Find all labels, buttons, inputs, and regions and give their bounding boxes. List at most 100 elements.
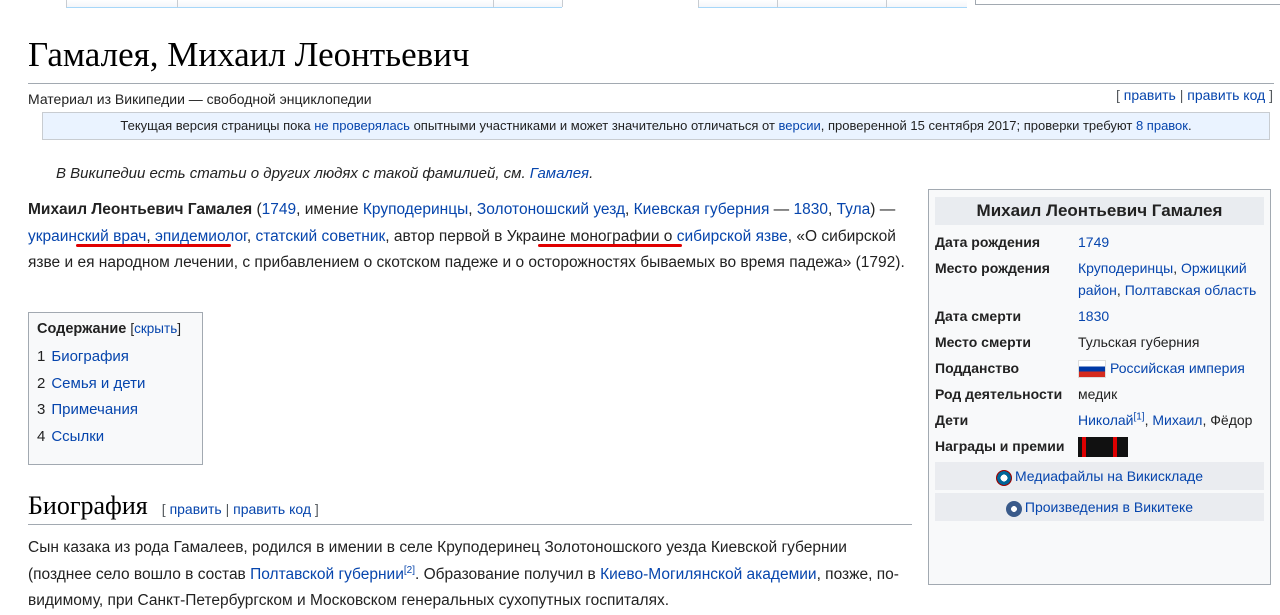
infobox-label: Дата смерти [935,308,1022,324]
infobox-row-death-date: Дата смерти 1830 [935,303,1264,329]
gubernia-link[interactable]: Киевская губерния [634,201,770,218]
tula-link[interactable]: Тула [837,201,871,218]
notice-text: Текущая версия страницы пока [120,118,315,133]
reference-link[interactable]: [2] [404,564,415,575]
infobox-label: Подданство [935,360,1020,376]
occupation-value: медик [1078,386,1118,402]
tab-more[interactable] [886,0,967,8]
poltava-gubernia-link[interactable]: Полтавской губернии [250,566,404,583]
section-edit-source-link[interactable]: править код [233,501,311,517]
infobox-title: Михаил Леонтьевич Гамалея [935,197,1264,225]
tab-active[interactable] [562,0,698,7]
toc-link-family[interactable]: Семья и дети [51,375,145,392]
epidemiologist-link[interactable]: эпидемиолог [155,228,247,245]
village-link[interactable]: Круподеринцы [363,201,468,218]
tab-history[interactable] [777,0,886,8]
commons-link[interactable]: Медиафайлы на Викискладе [1015,468,1203,484]
toc-link-biography[interactable]: Биография [51,348,129,365]
russia-flag-icon[interactable] [1078,360,1106,379]
tab-discussion[interactable] [177,0,493,8]
section-edit-links: [ править | править код ] [161,501,319,517]
separator: , [1116,282,1125,298]
infobox-label: Место рождения [935,260,1050,276]
toc-item[interactable]: 1 Биография [37,344,194,371]
toc-hide-link[interactable]: скрыть [134,321,177,336]
infobox: Михаил Леонтьевич Гамалея Дата рождения 1… [928,189,1271,585]
not-reviewed-link[interactable]: не проверялась [314,118,410,133]
toc-link-links[interactable]: Ссылки [51,428,104,445]
disambiguation-link[interactable]: Гамалея [530,165,589,182]
infobox-label: Род деятельности [935,386,1063,402]
red-underline-annotation [538,244,682,247]
anthrax-link[interactable]: сибирской язве [677,228,788,245]
lead-text: , [468,201,477,218]
infobox-label: Дети [935,412,969,428]
hatnote-text: В Википедии есть статьи о других людях с… [56,165,530,182]
infobox-row-occupation: Род деятельности медик [935,381,1264,407]
lead-text: монографии о [565,227,677,245]
doctor-link[interactable]: врач [113,228,146,245]
page-edit-links: [ править | править код ] [1115,87,1273,103]
lead-text: ( [252,201,262,218]
death-date-link[interactable]: 1830 [1078,308,1109,324]
reference-link[interactable]: [1] [1133,411,1144,422]
pending-edits-link[interactable]: 8 правок [1136,118,1188,133]
infobox-row-awards: Награды и премии [935,433,1264,459]
section-edit-link[interactable]: править [170,501,222,517]
top-tab-bar [0,0,1280,8]
lead-text: — [769,201,794,218]
biography-paragraph: Сын казака из рода Гамалеев, родился в и… [28,535,908,615]
lead-paragraph: Михаил Леонтьевич Гамалея (1749, имение … [28,197,908,277]
table-of-contents: Содержание [скрыть] 1 Биография 2 Семья и … [28,312,203,465]
poltava-oblast-link[interactable]: Полтавская область [1125,282,1257,298]
child-mikhail-link[interactable]: Михаил [1152,412,1202,428]
toc-item[interactable]: 3 Примечания [37,397,194,424]
commons-link-row[interactable]: Медиафайлы на Викискладе [935,462,1264,491]
infobox-label: Место смерти [935,334,1031,350]
lead-text: , автор [385,227,439,245]
version-link[interactable]: версии [779,118,821,133]
uezd-link[interactable]: Золотоношский уезд [477,201,625,218]
tab-edit[interactable] [698,0,777,8]
toc-item[interactable]: 2 Семья и дети [37,371,194,398]
tab-read[interactable] [493,0,562,8]
ukrainian-link[interactable]: украинский [28,228,109,245]
lead-text: , [146,227,155,245]
notice-text: , проверенной 15 сентября 2017; проверки… [820,118,1136,133]
first-in-ukraine-text: первой в Украине [438,227,566,245]
child-fedor: Фёдор [1210,412,1253,428]
lead-text: , [827,201,837,218]
toc-number: 2 [37,374,46,392]
wikisource-link-row[interactable]: Произведения в Викитеке [935,493,1264,522]
child-nikolai-link[interactable]: Николай [1078,412,1133,428]
notice-text: опытными участниками и может значительно… [409,118,779,133]
death-year-link[interactable]: 1830 [793,201,827,218]
section-title: Биография [28,491,148,520]
lead-text: , [625,201,634,218]
wikisource-link[interactable]: Произведения в Викитеке [1025,499,1193,515]
infobox-row-birth-place: Место рождения Круподеринцы, Оржицкий рай… [935,255,1264,303]
separator: , [1173,260,1181,276]
infobox-row-birth-date: Дата рождения 1749 [935,229,1264,255]
edit-link[interactable]: править [1124,87,1176,103]
edit-source-link[interactable]: править код [1187,87,1265,103]
search-input[interactable] [975,0,1280,5]
tab-article[interactable] [66,0,177,8]
infobox-row-children: Дети Николай[1], Михаил, Фёдор [935,407,1264,433]
toc-link-notes[interactable]: Примечания [51,401,138,418]
birth-village-link[interactable]: Круподеринцы [1078,260,1173,276]
tagline: Материал из Википедии — свободной энцикл… [28,91,372,107]
death-place-value: Тульская губерния [1078,334,1200,350]
birth-year-link[interactable]: 1749 [262,201,296,218]
toc-item[interactable]: 4 Ссылки [37,424,194,451]
toc-heading: Содержание [скрыть] [37,321,194,337]
award-ribbon-icon[interactable] [1078,437,1128,458]
infobox-row-citizenship: Подданство Российская империя [935,355,1264,381]
russian-empire-link[interactable]: Российская империя [1110,360,1245,376]
kyiv-mohyla-link[interactable]: Киево-Могилянской академии [600,566,816,583]
state-counsellor-link[interactable]: статский советник [255,228,385,245]
page-title: Гамалея, Михаил Леонтьевич [28,33,1274,84]
toc-title: Содержание [37,321,127,337]
wikimedia-commons-icon [995,469,1012,486]
birth-date-link[interactable]: 1749 [1078,234,1109,250]
